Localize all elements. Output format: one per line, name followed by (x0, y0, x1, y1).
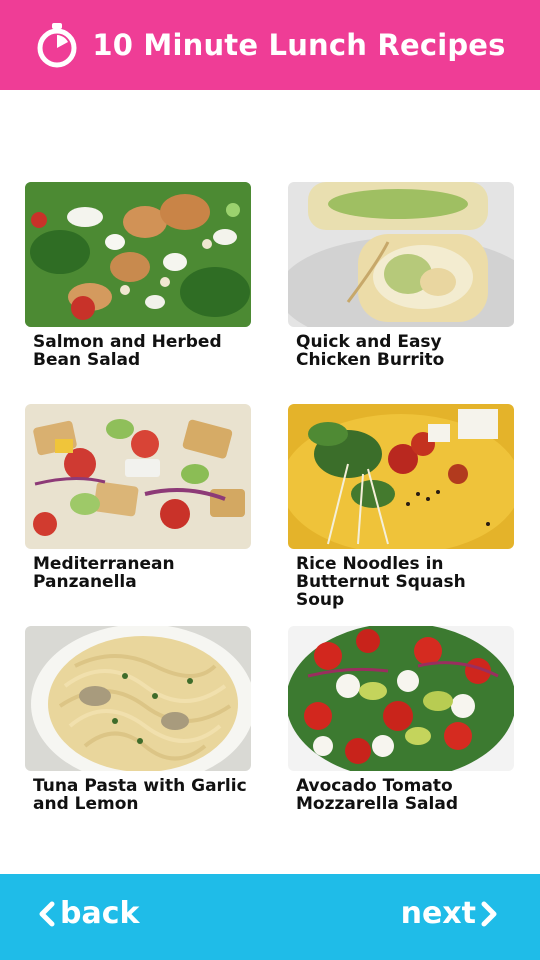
chevron-right-icon (481, 901, 497, 926)
recipe-card-caprese[interactable]: Avocado Tomato Mozzarella Salad (288, 626, 514, 813)
recipe-image[interactable] (288, 626, 514, 771)
next-button[interactable]: next (401, 896, 500, 931)
recipe-image[interactable] (25, 626, 251, 771)
recipe-card-tuna-pasta[interactable]: Tuna Pasta with Garlic and Lemon (25, 626, 251, 813)
recipe-image[interactable] (25, 404, 251, 549)
recipe-image[interactable] (288, 404, 514, 549)
recipe-title[interactable]: Mediterranean Panzanella (33, 555, 248, 591)
footer-nav: back next (0, 874, 540, 960)
chevron-left-icon (39, 901, 55, 926)
recipe-grid: Salmon and Herbed Bean Salad Quick and E… (0, 0, 540, 960)
recipe-title[interactable]: Salmon and Herbed Bean Salad (33, 333, 248, 369)
next-label: next (400, 896, 476, 931)
recipe-image[interactable] (288, 182, 514, 327)
recipe-title[interactable]: Tuna Pasta with Garlic and Lemon (33, 777, 248, 813)
recipe-title[interactable]: Avocado Tomato Mozzarella Salad (296, 777, 511, 813)
recipe-title[interactable]: Rice Noodles in Butternut Squash Soup (296, 555, 511, 609)
recipe-card-burrito[interactable]: Quick and Easy Chicken Burrito (288, 182, 514, 369)
recipe-card-noodle-soup[interactable]: Rice Noodles in Butternut Squash Soup (288, 404, 514, 609)
recipe-card-panzanella[interactable]: Mediterranean Panzanella (25, 404, 251, 591)
back-button[interactable]: back (36, 896, 139, 931)
back-label: back (60, 896, 140, 931)
recipe-image[interactable] (25, 182, 251, 327)
recipe-title[interactable]: Quick and Easy Chicken Burrito (296, 333, 511, 369)
recipe-card-salmon[interactable]: Salmon and Herbed Bean Salad (25, 182, 251, 369)
